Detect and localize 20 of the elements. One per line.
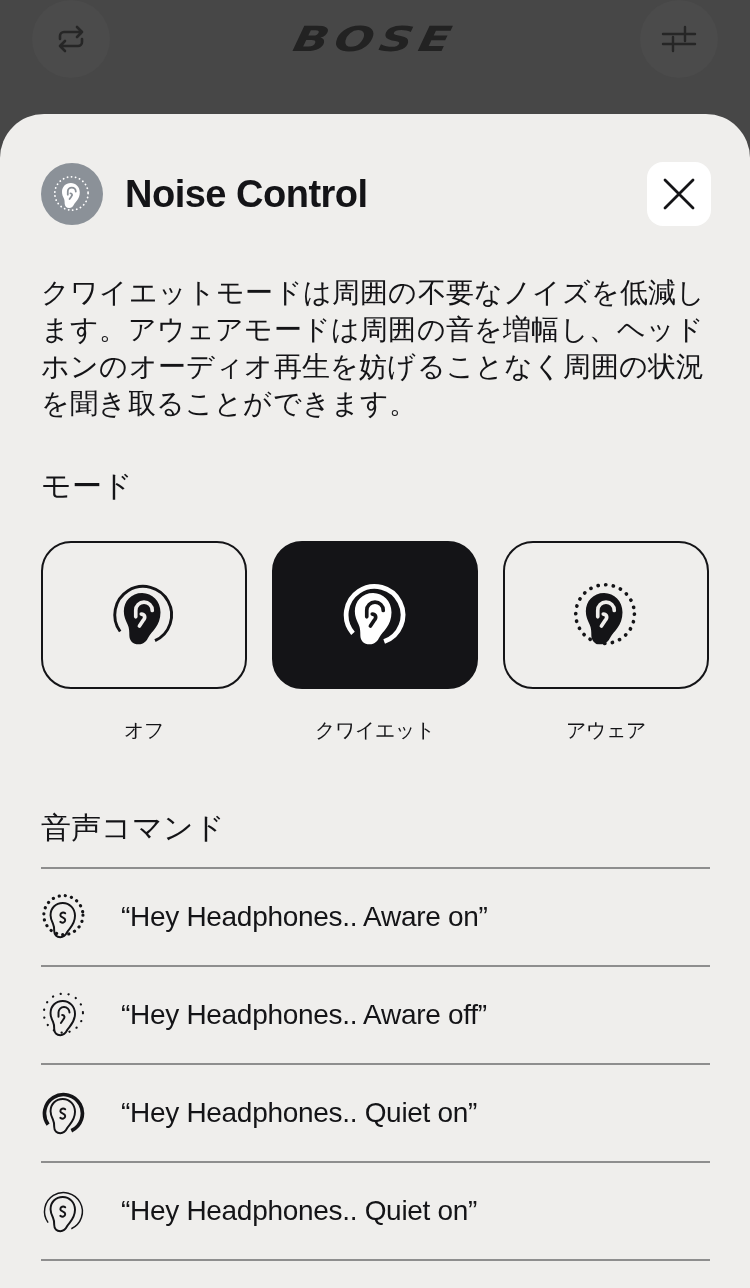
close-icon [662, 177, 696, 211]
mode-label: アウェア [566, 717, 646, 744]
ear-icon [42, 1090, 86, 1136]
voice-command-text: “Hey Headphones.. Aware on” [121, 901, 488, 933]
voice-command-text: “Hey Headphones.. Aware off” [121, 999, 487, 1031]
ear-icon [42, 894, 86, 940]
mode-label: オフ [124, 717, 164, 744]
voice-command-text: “Hey Headphones.. Quiet on” [121, 1195, 478, 1227]
voice-command-text: “Hey Headphones.. Quiet on” [121, 1097, 478, 1129]
mode-option[interactable] [272, 541, 478, 689]
section-heading: モード [41, 467, 134, 505]
sheet-title: Noise Control [125, 172, 369, 216]
ear-icon [42, 992, 86, 1038]
mode-option[interactable] [503, 541, 709, 689]
ear-icon [573, 582, 639, 648]
section-heading: 音声コマンド [41, 809, 226, 847]
mode-option[interactable] [41, 541, 247, 689]
close-button[interactable] [647, 162, 711, 226]
description-text: クワイエットモードは周囲の不要なノイズを低減します。アウェアモードは周囲の音を増幅し、ヘッドホンのオーディオ再生を妨げることなく周囲の状況を聞き取ることができます。 [41, 275, 707, 422]
mode-label: クワイエット [315, 717, 435, 744]
